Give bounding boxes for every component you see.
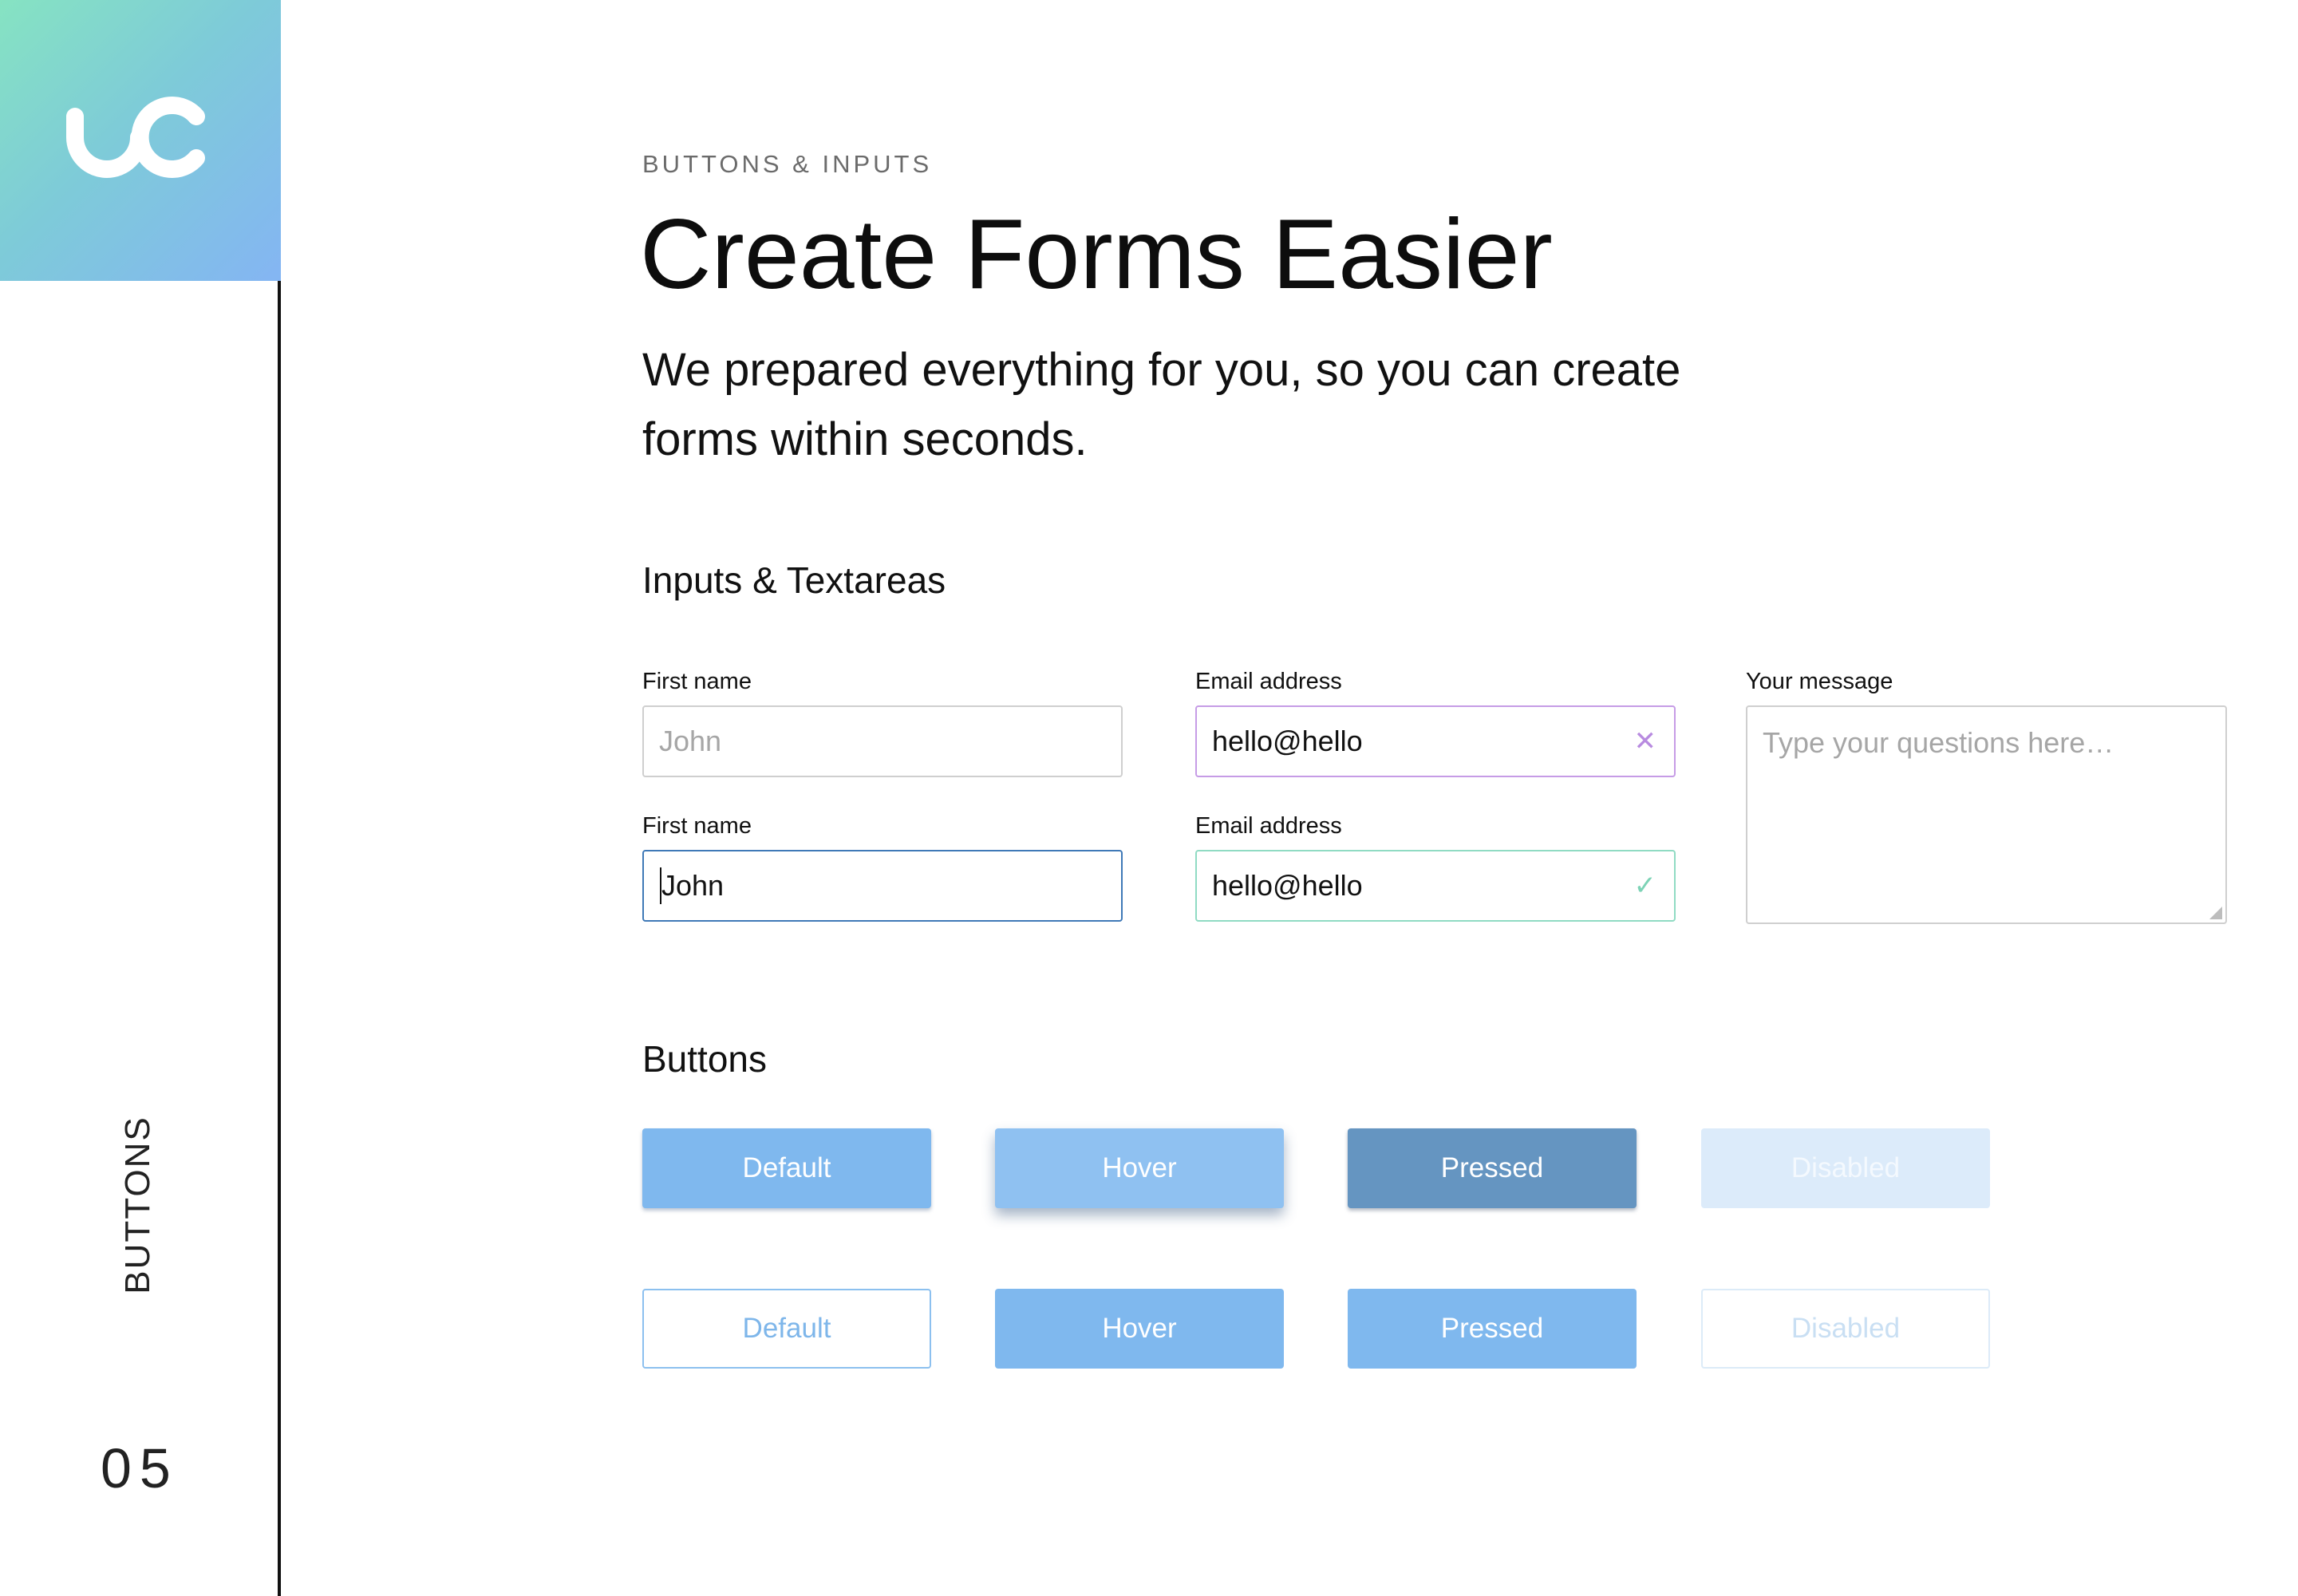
email-value: hello@hello	[1212, 725, 1363, 757]
first-name-label: First name	[642, 669, 752, 694]
first-name-label-focused: First name	[642, 813, 752, 839]
outline-pressed-button[interactable]: Pressed	[1348, 1289, 1637, 1369]
sidebar-divider	[278, 281, 281, 1596]
first-name-field-focused[interactable]: John	[642, 850, 1123, 922]
outline-disabled-button: Disabled	[1701, 1289, 1990, 1369]
email-field-success[interactable]: hello@hello ✓	[1195, 850, 1676, 922]
brand-logo-icon	[66, 97, 205, 178]
resize-handle-icon[interactable]	[2209, 907, 2222, 919]
brand-logo-block	[0, 0, 281, 281]
eyebrow-label: BUTTONS & INPUTS	[642, 150, 933, 178]
solid-disabled-button: Disabled	[1701, 1128, 1990, 1208]
message-label: Your message	[1746, 669, 1893, 694]
page-number: 05	[101, 1437, 179, 1499]
page-title: Create Forms Easier	[640, 200, 1553, 310]
first-name-value: John	[661, 869, 725, 902]
inputs-section-title: Inputs & Textareas	[642, 559, 946, 601]
outline-default-button[interactable]: Default	[642, 1289, 931, 1369]
email-field-error[interactable]: hello@hello ✕	[1195, 705, 1676, 777]
page-subtitle: We prepared everything for you, so you c…	[642, 344, 1681, 465]
check-icon: ✓	[1633, 871, 1657, 901]
buttons-section-title: Buttons	[642, 1038, 767, 1080]
email-label: Email address	[1195, 669, 1342, 694]
solid-hover-button[interactable]: Hover	[995, 1128, 1284, 1208]
outline-hover-button[interactable]: Hover	[995, 1289, 1284, 1369]
message-textarea[interactable]: Type your questions here…	[1746, 705, 2227, 924]
email-value-success: hello@hello	[1212, 869, 1363, 902]
first-name-placeholder: John	[659, 725, 722, 757]
email-label-success: Email address	[1195, 813, 1342, 839]
message-placeholder: Type your questions here…	[1763, 726, 2114, 759]
solid-pressed-button[interactable]: Pressed	[1348, 1128, 1637, 1208]
solid-default-button[interactable]: Default	[642, 1128, 931, 1208]
first-name-field[interactable]: John	[642, 705, 1123, 777]
close-icon[interactable]: ✕	[1634, 707, 1657, 776]
section-label: BUTTONS	[118, 1116, 157, 1294]
